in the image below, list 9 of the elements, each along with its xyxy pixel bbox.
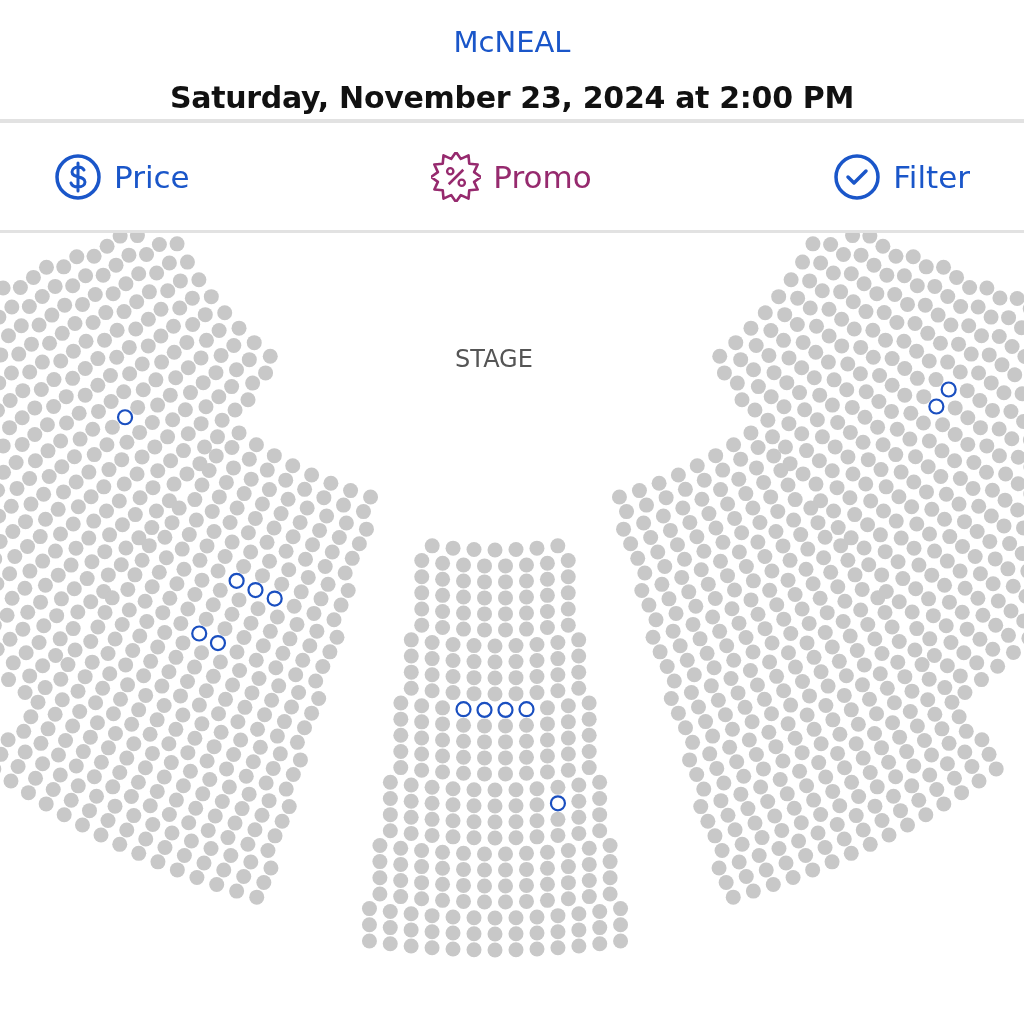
filter-button[interactable]: Filter xyxy=(833,152,970,201)
stage-label: STAGE xyxy=(455,345,533,373)
promo-button[interactable]: Promo xyxy=(431,151,592,202)
show-datetime: Saturday, November 23, 2024 at 2:00 PM xyxy=(169,79,855,117)
show-title: McNEAL xyxy=(453,24,571,61)
percent-badge-icon xyxy=(431,151,482,202)
dollar-icon xyxy=(54,152,102,201)
price-button[interactable]: Price xyxy=(54,152,190,201)
check-circle-icon xyxy=(833,152,882,201)
